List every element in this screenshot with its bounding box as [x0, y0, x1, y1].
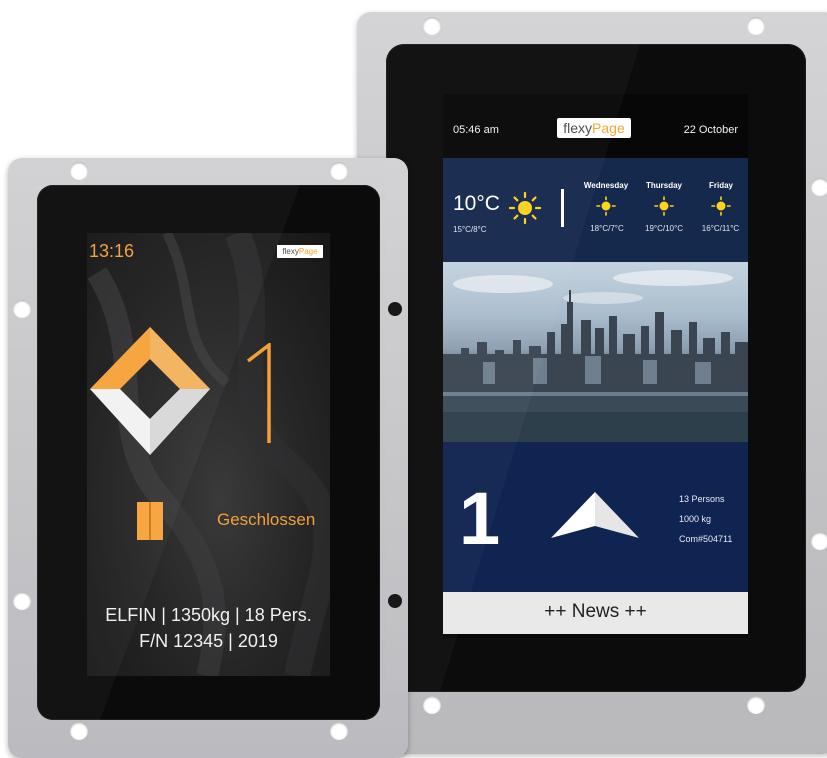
mount-hole — [747, 696, 765, 714]
elevator-info-line-1: ELFIN | 1350kg | 18 Pers. — [105, 605, 312, 625]
forecast-range: 18°C/7°C — [590, 224, 624, 233]
current-temperature: 10°C — [453, 192, 500, 215]
clock-time: 13:16 — [89, 241, 135, 261]
weather-panel: 10°C 15°C/8°C Wednesday Thursday Friday — [443, 158, 748, 262]
flexypage-logo: flexyPage — [557, 118, 631, 138]
direction-diamond-icon — [90, 327, 210, 455]
right-header-bar: 05:46 am flexyPage 22 October — [443, 94, 748, 158]
mount-hole — [747, 17, 765, 35]
commission-number: Com#504711 — [679, 534, 733, 544]
elevator-info-line-2: F/N 12345 | 2019 — [139, 631, 278, 651]
mount-hole — [423, 17, 441, 35]
door-status: Geschlossen — [217, 510, 316, 529]
elevator-stats: 13 Persons 1000 kg Com#504711 — [679, 489, 732, 549]
mount-hole — [70, 722, 88, 740]
current-temperature-range: 15°C/8°C — [453, 225, 487, 234]
forecast-day-label: Wednesday — [583, 181, 629, 190]
load-capacity: 1000 kg — [679, 514, 712, 524]
forecast-day-label: Thursday — [645, 181, 682, 190]
right-screen: 05:46 am flexyPage 22 October 10°C 15°C/… — [443, 94, 748, 638]
city-skyline-image — [443, 262, 748, 442]
sun-icon — [711, 196, 731, 216]
arrow-up-icon — [551, 492, 639, 538]
mount-hole — [13, 592, 31, 610]
floor-number: 1 — [459, 477, 501, 560]
mount-hole — [330, 722, 348, 740]
floor-number — [246, 343, 271, 443]
clock-time: 05:46 am — [453, 124, 499, 136]
sun-icon — [654, 196, 674, 216]
mount-hole — [330, 162, 348, 180]
mount-hole — [70, 162, 88, 180]
left-screen: 13:16 flexyPage Geschlossen ELFIN | 1350… — [87, 233, 330, 676]
sun-icon — [509, 192, 541, 224]
flexypage-logo: flexyPage — [277, 245, 323, 258]
forecast-range: 16°C/11°C — [701, 224, 740, 233]
door-gap — [149, 502, 151, 540]
weather-divider — [561, 189, 564, 227]
forecast-range: 19°C/10°C — [645, 224, 683, 233]
mount-hole — [811, 532, 827, 550]
mount-hole — [13, 300, 31, 318]
screw — [388, 594, 402, 608]
current-date: 22 October — [683, 124, 738, 136]
persons-count: 13 Persons — [679, 494, 725, 504]
mount-hole — [423, 696, 441, 714]
news-ticker: ++ News ++ — [443, 592, 748, 634]
sun-icon — [596, 196, 616, 216]
mount-hole — [811, 178, 827, 196]
screw — [388, 302, 402, 316]
elevator-info-panel: 1 13 Persons 1000 kg Com#504711 — [443, 442, 748, 592]
forecast-day-label: Friday — [708, 181, 733, 190]
skyline-illustration — [443, 270, 748, 442]
